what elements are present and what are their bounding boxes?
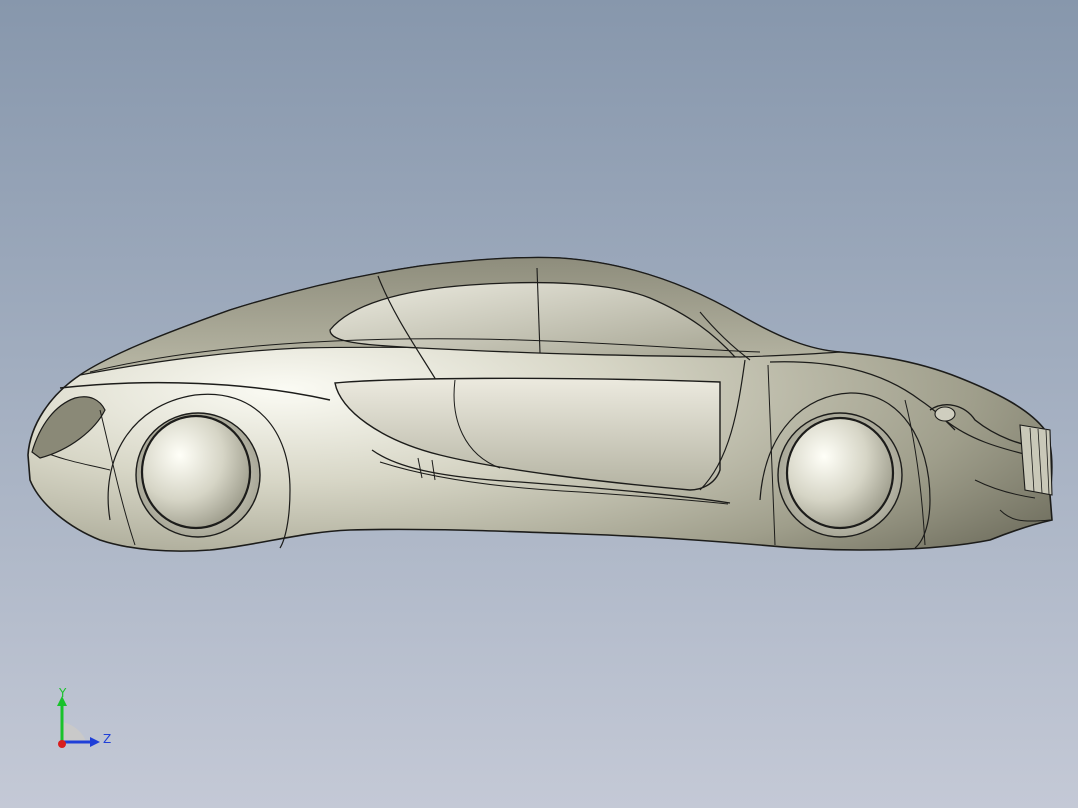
front-wheel	[140, 414, 252, 530]
z-axis-head	[90, 737, 100, 747]
car-model[interactable]	[0, 0, 1078, 808]
triad-xy-plane	[62, 722, 86, 742]
tail-lamp	[934, 406, 956, 422]
x-axis-dot	[58, 740, 66, 748]
z-axis-label: Z	[103, 732, 112, 746]
y-axis-label: Y	[59, 686, 67, 700]
rear-wheel	[785, 416, 895, 530]
coordinate-triad: Y Z	[44, 682, 124, 762]
graphics-viewport[interactable]: Y Z	[0, 0, 1078, 808]
